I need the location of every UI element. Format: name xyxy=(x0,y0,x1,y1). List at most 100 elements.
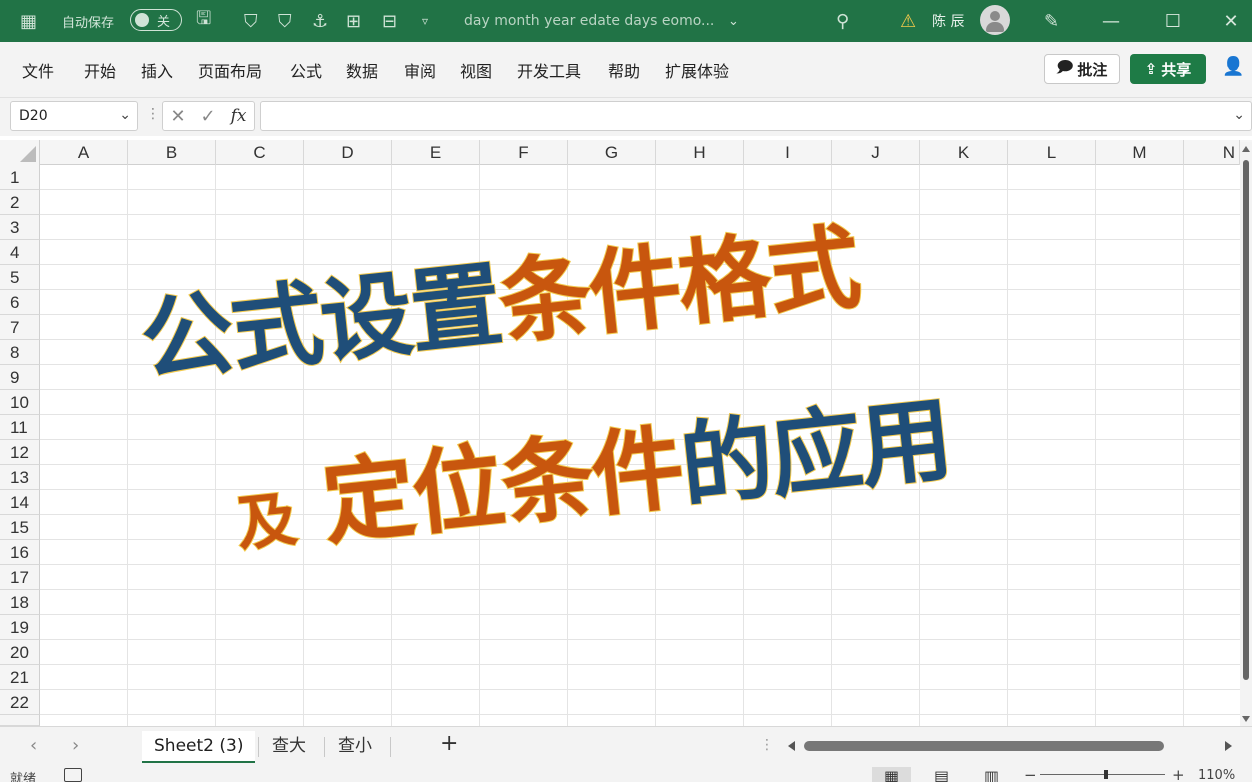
chevron-right-icon[interactable]: › xyxy=(72,735,79,756)
row-header[interactable]: 11 xyxy=(0,415,40,440)
zoom-slider-knob[interactable] xyxy=(1104,770,1108,779)
row-header[interactable]: 18 xyxy=(0,590,40,615)
comments-button[interactable]: 🗩 批注 xyxy=(1044,54,1120,84)
autosave-toggle[interactable]: 关 xyxy=(130,9,182,31)
search-icon[interactable]: ⚲ xyxy=(836,0,849,42)
column-header[interactable]: C xyxy=(216,140,304,165)
row-header[interactable]: 10 xyxy=(0,390,40,415)
row-header[interactable]: 21 xyxy=(0,665,40,690)
menu-extensions[interactable]: 扩展体验 xyxy=(665,58,729,82)
page-break-view-icon[interactable]: ▥ xyxy=(984,767,999,782)
page-layout-view-icon[interactable]: ▤ xyxy=(934,767,949,782)
column-header[interactable]: E xyxy=(392,140,480,165)
row-header[interactable]: 5 xyxy=(0,265,40,290)
cancel-icon[interactable]: ✕ xyxy=(170,106,185,127)
zoom-level[interactable]: 110% xyxy=(1198,768,1235,782)
menu-file[interactable]: 文件 xyxy=(22,58,54,82)
column-header[interactable]: I xyxy=(744,140,832,165)
column-header[interactable]: K xyxy=(920,140,1008,165)
menu-review[interactable]: 审阅 xyxy=(404,58,436,82)
maximize-button[interactable]: ☐ xyxy=(1150,0,1196,42)
expand-formula-chevron-icon[interactable]: ⌄ xyxy=(1233,107,1245,123)
add-sheet-button[interactable]: + xyxy=(440,731,458,756)
form-icon[interactable]: ⊟ xyxy=(382,0,397,42)
menu-insert[interactable]: 插入 xyxy=(141,58,173,82)
column-header[interactable]: L xyxy=(1008,140,1096,165)
row-header[interactable]: 19 xyxy=(0,615,40,640)
confirm-icon[interactable]: ✓ xyxy=(201,106,216,127)
data-tool-icon[interactable]: ⊞ xyxy=(346,0,361,42)
column-header[interactable]: A xyxy=(40,140,128,165)
column-header[interactable]: G xyxy=(568,140,656,165)
scroll-up-icon[interactable] xyxy=(1242,146,1250,152)
column-header[interactable]: F xyxy=(480,140,568,165)
row-header[interactable]: 14 xyxy=(0,490,40,515)
menu-help[interactable]: 帮助 xyxy=(608,58,640,82)
chevron-left-icon[interactable]: ‹ xyxy=(30,735,37,756)
row-header[interactable]: 3 xyxy=(0,215,40,240)
menu-page-layout[interactable]: 页面布局 xyxy=(198,58,262,82)
row-header[interactable]: 7 xyxy=(0,315,40,340)
column-header[interactable]: H xyxy=(656,140,744,165)
menu-developer[interactable]: 开发工具 xyxy=(517,58,581,82)
warning-icon[interactable]: ⚠ xyxy=(900,0,916,42)
insert-function-icon[interactable]: fx xyxy=(231,106,247,126)
vertical-scroll-thumb[interactable] xyxy=(1243,160,1249,680)
scroll-right-icon[interactable] xyxy=(1225,741,1232,751)
row-header[interactable]: 2 xyxy=(0,190,40,215)
row-header[interactable]: 6 xyxy=(0,290,40,315)
user-name[interactable]: 陈 辰 xyxy=(932,0,964,42)
column-header[interactable]: J xyxy=(832,140,920,165)
clear-filter-icon[interactable]: ⛉ xyxy=(278,0,292,42)
zoom-in-button[interactable]: + xyxy=(1172,766,1185,782)
menu-home[interactable]: 开始 xyxy=(84,58,116,82)
row-header[interactable]: 16 xyxy=(0,540,40,565)
row-header[interactable]: 17 xyxy=(0,565,40,590)
save-icon[interactable]: 🖫 xyxy=(196,0,211,42)
sheet-tab-active[interactable]: Sheet2 (3) xyxy=(142,731,256,763)
row-header-partial[interactable] xyxy=(0,715,40,726)
row-header[interactable]: 20 xyxy=(0,640,40,665)
avatar[interactable] xyxy=(980,5,1010,35)
drag-handle-icon[interactable]: ⋮ xyxy=(146,106,160,122)
horizontal-scroll-thumb[interactable] xyxy=(804,741,1164,751)
row-header[interactable]: 9 xyxy=(0,365,40,390)
sheet-tab[interactable]: 查大 xyxy=(272,731,306,763)
row-header[interactable]: 13 xyxy=(0,465,40,490)
customize-quick-access-icon[interactable]: ▿ xyxy=(422,0,428,42)
row-header[interactable]: 22 xyxy=(0,690,40,715)
column-header[interactable]: D xyxy=(304,140,392,165)
vertical-scrollbar[interactable] xyxy=(1240,142,1252,726)
column-header[interactable]: M xyxy=(1096,140,1184,165)
anchor-icon[interactable]: ⚓ xyxy=(312,0,328,42)
scroll-down-icon[interactable] xyxy=(1242,716,1250,722)
row-header[interactable]: 4 xyxy=(0,240,40,265)
close-button[interactable]: ✕ xyxy=(1208,0,1252,42)
zoom-out-button[interactable]: − xyxy=(1024,766,1037,782)
menu-formulas[interactable]: 公式 xyxy=(290,58,322,82)
menu-data[interactable]: 数据 xyxy=(346,58,378,82)
title-dropdown-chevron-icon[interactable]: ⌄ xyxy=(728,0,739,42)
column-header[interactable]: N xyxy=(1184,140,1240,165)
share-button[interactable]: ⇪ 共享 xyxy=(1130,54,1206,84)
drag-handle-icon[interactable]: ⋮ xyxy=(760,737,774,753)
scroll-left-icon[interactable] xyxy=(788,741,795,751)
horizontal-scrollbar[interactable] xyxy=(788,739,1238,753)
zoom-slider[interactable] xyxy=(1040,770,1165,779)
normal-view-icon[interactable]: ▦ xyxy=(872,767,912,782)
name-box[interactable]: D20 ⌄ xyxy=(10,101,138,131)
sheet-tab[interactable]: 查小 xyxy=(338,731,372,763)
column-header[interactable]: B xyxy=(128,140,216,165)
menu-view[interactable]: 视图 xyxy=(460,58,492,82)
row-header[interactable]: 12 xyxy=(0,440,40,465)
chevron-down-icon[interactable]: ⌄ xyxy=(119,107,131,123)
formula-input[interactable]: ⌄ xyxy=(260,101,1252,131)
filter-icon[interactable]: ⛉ xyxy=(244,0,258,42)
person-icon[interactable]: 👤 xyxy=(1222,56,1244,77)
document-title[interactable]: day month year edate days eomo... xyxy=(464,0,714,42)
select-all-corner[interactable] xyxy=(0,140,40,165)
row-header[interactable]: 15 xyxy=(0,515,40,540)
pen-icon[interactable]: ✎ xyxy=(1044,0,1059,42)
minimize-button[interactable]: — xyxy=(1088,0,1134,42)
accessibility-icon[interactable] xyxy=(64,768,82,782)
